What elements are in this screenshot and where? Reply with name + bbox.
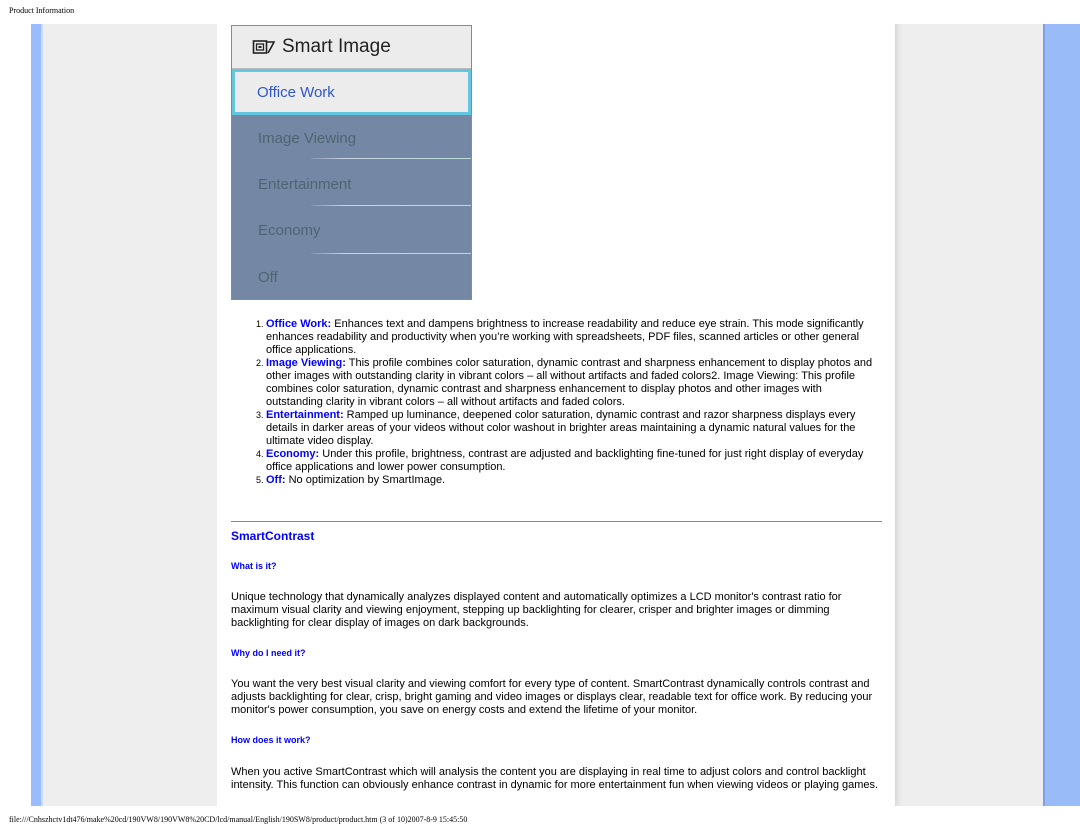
mode-term: Off: (266, 474, 286, 486)
mode-term: Office Work: (266, 318, 332, 330)
left-sidebar-panel (43, 24, 217, 806)
mode-term: Economy: (266, 448, 320, 460)
question-how-does-it-work: How does it work? (231, 735, 311, 745)
right-sidebar-panel (895, 24, 1043, 806)
mode-item-off: Off: No optimization by SmartImage. (266, 474, 881, 487)
page-header-title: Product Information (9, 6, 75, 15)
osd-item-label: Off (258, 268, 278, 286)
mode-item-image-viewing: Image Viewing: This profile combines col… (266, 357, 881, 409)
mode-term: Entertainment: (266, 409, 344, 421)
answer-how-does-it-work: When you active SmartContrast which will… (231, 766, 879, 791)
question-what-is-it: What is it? (231, 561, 277, 571)
osd-item-office-work: Office Work (232, 69, 471, 115)
osd-item-label: Office Work (257, 83, 335, 101)
osd-item-image-viewing: Image Viewing (232, 115, 471, 161)
smartimage-icon (252, 40, 276, 54)
mode-item-economy: Economy: Under this profile, brightness,… (266, 448, 881, 474)
osd-title: Smart Image (282, 36, 391, 57)
osd-item-economy: Economy (232, 207, 471, 253)
mode-term: Image Viewing: (266, 357, 346, 369)
left-decorative-bar (31, 24, 43, 806)
mode-item-office-work: Office Work: Enhances text and dampens b… (266, 318, 881, 357)
section-divider (231, 521, 882, 522)
mode-description: Ramped up luminance, deepened color satu… (266, 409, 856, 447)
osd-item-label: Economy (258, 221, 321, 239)
osd-item-label: Image Viewing (258, 129, 357, 147)
osd-title-bar: Smart Image (232, 26, 471, 69)
osd-separator (311, 158, 471, 159)
osd-item-off: Off (232, 254, 471, 300)
osd-item-label: Entertainment (258, 175, 352, 193)
mode-description: Under this profile, brightness, contrast… (266, 448, 864, 473)
smart-image-osd-menu: Smart Image Office Work Image Viewing En… (231, 25, 472, 300)
mode-description: No optimization by SmartImage. (285, 474, 446, 486)
answer-what-is-it: Unique technology that dynamically analy… (231, 591, 842, 629)
page-footer-path: file:///Cnhszhctv1dt476/make%20cd/190VW8… (9, 815, 468, 824)
mode-description: This profile combines color saturation, … (266, 357, 873, 408)
osd-item-entertainment: Entertainment (232, 161, 471, 207)
right-decorative-bar (1043, 24, 1080, 806)
osd-separator (311, 205, 471, 206)
smartcontrast-heading: SmartContrast (231, 529, 315, 543)
mode-descriptions: Office Work: Enhances text and dampens b… (231, 318, 881, 487)
question-why-do-i-need-it: Why do I need it? (231, 648, 306, 658)
mode-item-entertainment: Entertainment: Ramped up luminance, deep… (266, 409, 881, 448)
answer-why-do-i-need-it: You want the very best visual clarity an… (231, 678, 873, 716)
mode-description: Enhances text and dampens brightness to … (266, 318, 864, 356)
mode-list: Office Work: Enhances text and dampens b… (231, 318, 881, 487)
